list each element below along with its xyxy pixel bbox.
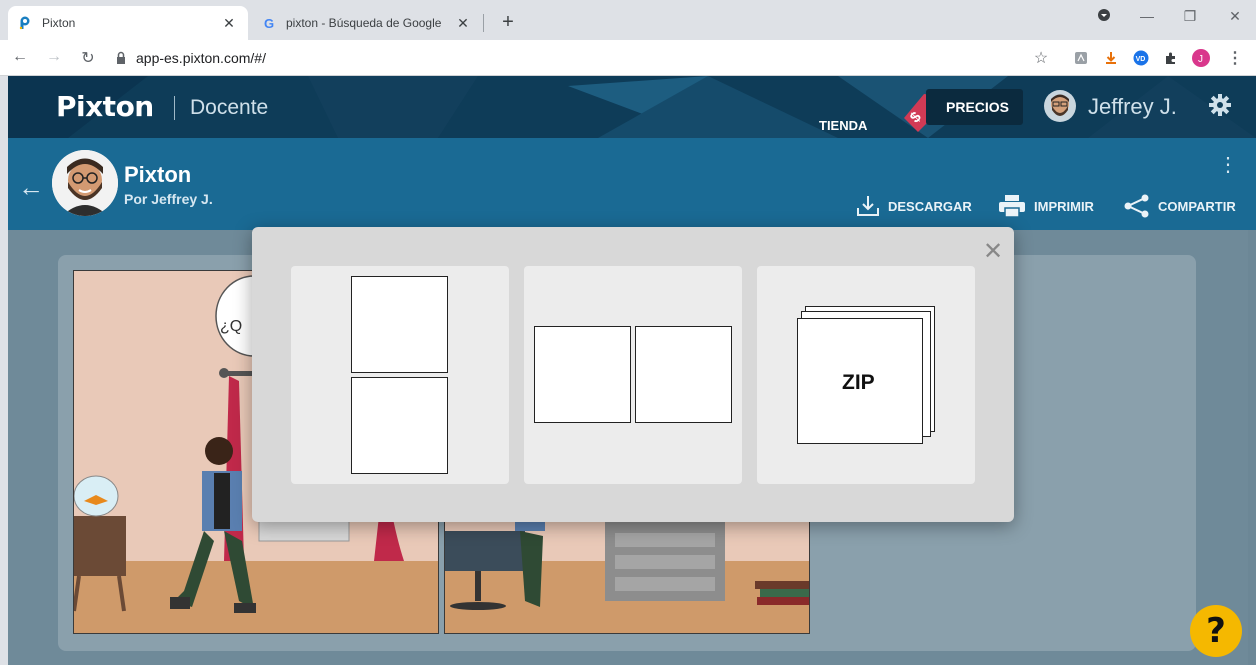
profile-avatar-icon[interactable]: J [1192, 49, 1210, 67]
tab-close-icon[interactable]: ✕ [454, 15, 472, 32]
back-icon[interactable]: ← [10, 48, 30, 66]
page-sheet-icon [351, 276, 448, 373]
share-label: COMPARTIR [1158, 198, 1236, 214]
download-options-modal: ✕ ZIP [252, 227, 1014, 522]
vpn-extension-icon[interactable]: VD [1132, 49, 1150, 67]
restore-icon[interactable]: ❐ [1175, 8, 1205, 25]
settings-gear-icon[interactable] [1209, 94, 1231, 116]
author-avatar [52, 150, 118, 216]
user-name[interactable]: Jeffrey J. [1088, 94, 1177, 120]
tab-title: pixton - Búsqueda de Google [286, 16, 442, 30]
url-text: app-es.pixton.com/#/ [136, 50, 266, 66]
svg-text:VD: VD [1136, 56, 1146, 63]
back-arrow-icon[interactable]: ← [18, 172, 44, 203]
window-close-icon[interactable]: ✕ [1220, 8, 1250, 25]
pricing-button[interactable]: PRECIOS [926, 89, 1024, 125]
google-favicon-icon: G [262, 15, 278, 31]
pixton-logo[interactable]: Pixton [56, 90, 154, 123]
tab-separator [483, 14, 484, 32]
user-avatar[interactable] [1044, 90, 1076, 122]
bookmark-star-icon[interactable]: ☆ [1032, 49, 1050, 67]
store-link[interactable]: TIENDA [819, 118, 867, 133]
new-tab-button[interactable]: + [496, 11, 520, 35]
minimize-icon[interactable]: — [1132, 8, 1162, 24]
download-button[interactable]: DESCARGAR [856, 194, 972, 218]
user-role-label: Docente [190, 96, 269, 119]
forward-icon[interactable]: → [44, 48, 64, 66]
svg-text:J: J [1198, 54, 1203, 65]
tab-close-icon[interactable]: ✕ [220, 15, 238, 32]
download-option-horizontal[interactable] [524, 266, 742, 484]
tab-pixton[interactable]: Pixton ✕ [8, 6, 248, 40]
browser-menu-icon[interactable]: ⋮ [1226, 49, 1244, 67]
download-icon [857, 196, 879, 216]
comic-author: Por Jeffrey J. [124, 191, 213, 207]
svg-text:G: G [264, 16, 274, 30]
modal-close-icon[interactable]: ✕ [982, 237, 1004, 266]
tab-google-search[interactable]: G pixton - Búsqueda de Google ✕ [252, 6, 482, 40]
print-label: IMPRIMIR [1034, 198, 1094, 214]
pdf-extension-icon[interactable] [1072, 49, 1090, 67]
share-button[interactable]: COMPARTIR [1124, 194, 1236, 218]
browser-tabstrip: Pixton ✕ G pixton - Búsqueda de Google ✕… [0, 0, 1256, 40]
profile-circle-icon[interactable] [1089, 8, 1119, 25]
lock-icon [117, 51, 125, 64]
page-sheet-icon [351, 377, 448, 474]
more-options-icon[interactable]: ⋮ [1218, 152, 1238, 177]
browser-toolbar: ← → ↻ app-es.pixton.com/#/ ☆ VD J ⋮ [0, 40, 1256, 76]
download-extension-icon[interactable] [1102, 49, 1120, 67]
reload-icon[interactable]: ↻ [78, 48, 98, 68]
zip-front-sheet: ZIP [797, 318, 923, 444]
page-sheet-icon [534, 326, 631, 423]
print-button[interactable]: IMPRIMIR [998, 194, 1094, 218]
address-bar[interactable]: app-es.pixton.com/#/ [114, 45, 1034, 71]
share-icon [1124, 194, 1149, 218]
brand-divider [174, 96, 175, 120]
tab-title: Pixton [42, 16, 76, 30]
printer-icon [999, 195, 1025, 218]
pixton-favicon-icon [18, 15, 34, 31]
download-option-zip[interactable]: ZIP [757, 266, 975, 484]
help-button[interactable]: ? [1190, 605, 1242, 657]
extensions-puzzle-icon[interactable] [1162, 49, 1180, 67]
comic-title: Pixton [124, 162, 192, 187]
content-scrollbar[interactable] [1248, 230, 1256, 665]
page-sheet-icon [635, 326, 732, 423]
download-option-vertical[interactable] [291, 266, 509, 484]
zip-label: ZIP [842, 371, 875, 394]
speech-bubble-text: ¿Q [220, 318, 242, 335]
download-label: DESCARGAR [888, 198, 972, 214]
app-header: Pixton Docente TIENDA $ PRECIOS Jeffrey … [8, 76, 1256, 138]
